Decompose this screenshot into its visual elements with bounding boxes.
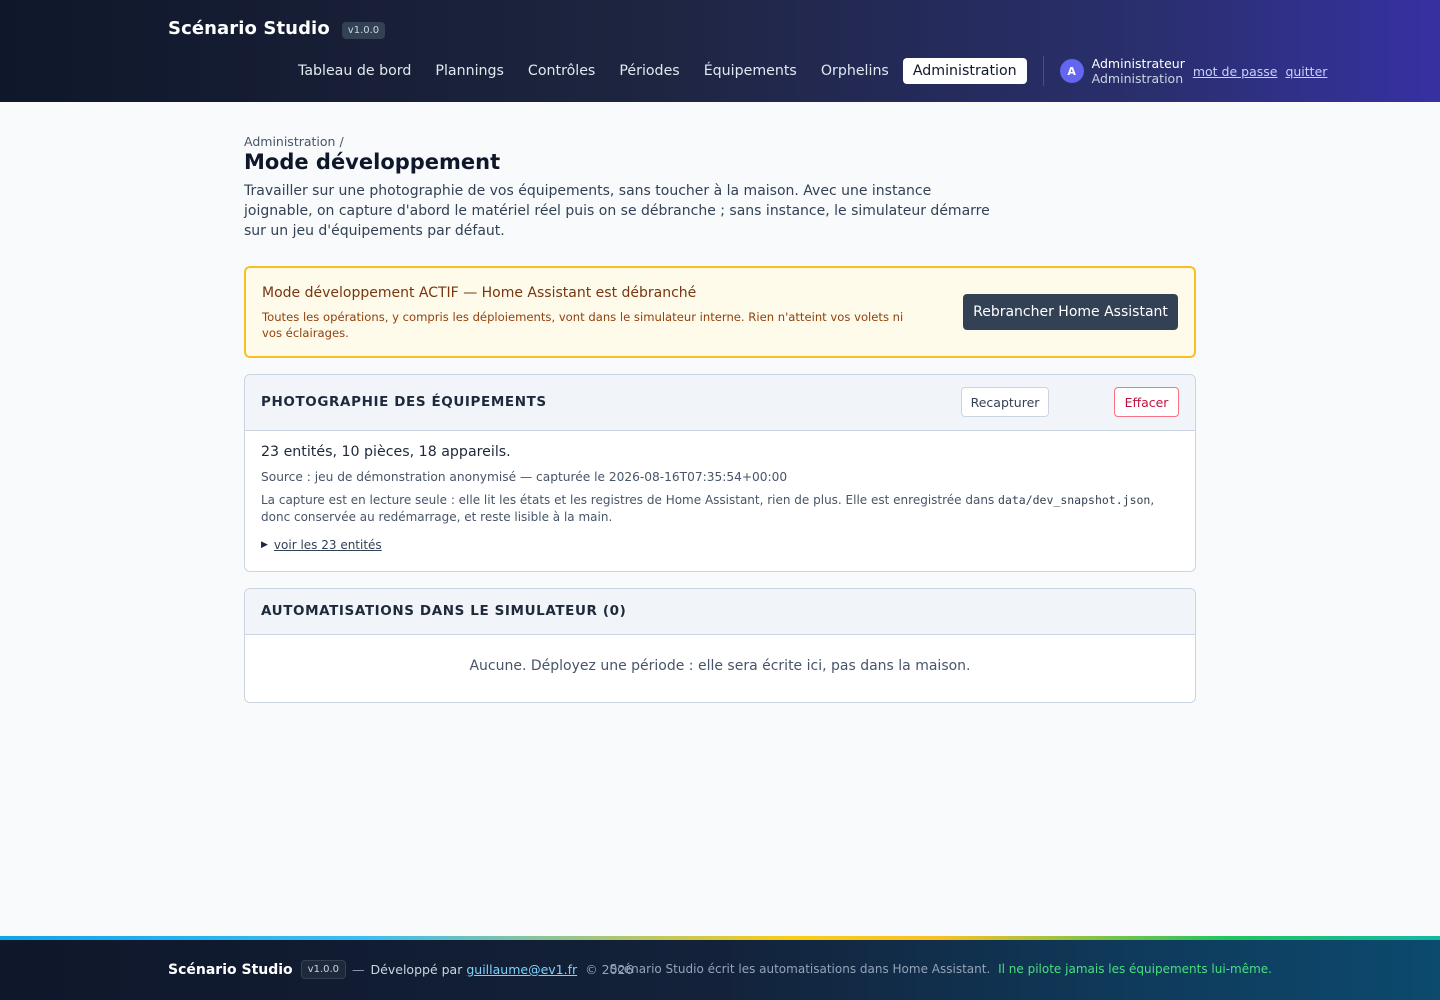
nav-item-orphans[interactable]: Orphelins — [809, 58, 901, 84]
automations-card: AUTOMATISATIONS DANS LE SIMULATEUR (0) A… — [244, 588, 1196, 703]
reconnect-home-assistant-button[interactable]: Rebrancher Home Assistant — [963, 294, 1178, 330]
automations-empty-message: Aucune. Déployez une période : elle sera… — [469, 658, 971, 674]
disclosure-triangle-icon: ▶ — [261, 540, 268, 550]
automations-card-header: AUTOMATISATIONS DANS LE SIMULATEUR (0) — [245, 589, 1195, 635]
footer-brand: Scénario Studio — [168, 961, 293, 978]
password-link[interactable]: mot de passe — [1193, 64, 1278, 79]
snapshot-card: PHOTOGRAPHIE DES ÉQUIPEMENTS Recapturer … — [244, 374, 1196, 572]
version-badge: v1.0.0 — [341, 21, 386, 39]
nav-item-equipment[interactable]: Équipements — [692, 58, 809, 84]
snapshot-card-header: PHOTOGRAPHIE DES ÉQUIPEMENTS Recapturer … — [245, 375, 1195, 431]
snapshot-source: Source : jeu de démonstration anonymisé … — [261, 470, 788, 484]
capture-note-text: La capture est en lecture seule : elle l… — [261, 493, 999, 507]
brand[interactable]: Scénario Studio v1.0.0 — [168, 18, 386, 39]
nav-item-controls[interactable]: Contrôles — [516, 58, 607, 84]
footer-disclaimer: Scénario Studio écrit les automatisation… — [610, 962, 1272, 976]
footer-separator: — — [352, 962, 365, 977]
page-intro: Travailler sur une photographie de vos é… — [244, 183, 990, 239]
entities-disclosure[interactable]: ▶ voir les 23 entités — [261, 538, 382, 552]
automations-card-title: AUTOMATISATIONS DANS LE SIMULATEUR (0) — [261, 603, 627, 619]
nav-divider — [1042, 56, 1044, 86]
app-name: Scénario Studio — [168, 18, 330, 39]
snapshot-file-path: data/dev_snapshot.json — [998, 493, 1151, 507]
user-info: Administrateur Administration — [1092, 56, 1185, 86]
capture-note: La capture est en lecture seule : elle l… — [261, 492, 1161, 526]
avatar: A — [1059, 59, 1084, 83]
logout-link[interactable]: quitter — [1285, 64, 1327, 79]
page-title: Mode développement — [244, 150, 501, 174]
dev-mode-alert: Mode développement ACTIF — Home Assistan… — [244, 266, 1196, 358]
footer-email-link[interactable]: guillaume@ev1.fr — [466, 962, 577, 977]
footer: Scénario Studio v1.0.0 — Développé par g… — [0, 940, 1440, 1000]
user-name: Administrateur — [1091, 56, 1185, 71]
nav-item-administration[interactable]: Administration — [902, 58, 1027, 84]
top-header: Scénario Studio v1.0.0 Tableau de bord P… — [0, 0, 1440, 102]
breadcrumb[interactable]: Administration / — [244, 134, 344, 149]
recapture-button[interactable]: Recapturer — [961, 387, 1049, 417]
footer-highlight: Il ne pilote jamais les équipements lui-… — [998, 962, 1272, 976]
nav-item-periods[interactable]: Périodes — [607, 58, 691, 84]
nav-item-plannings[interactable]: Plannings — [423, 58, 516, 84]
nav-item-dashboard[interactable]: Tableau de bord — [286, 58, 423, 84]
snapshot-card-title: PHOTOGRAPHIE DES ÉQUIPEMENTS — [261, 394, 547, 410]
user-role: Administration — [1091, 71, 1184, 86]
snapshot-summary: 23 entités, 10 pièces, 18 appareils. — [261, 444, 511, 460]
footer-developed-by: Développé par — [370, 962, 463, 977]
footer-credits: Scénario Studio v1.0.0 — Développé par g… — [168, 960, 633, 979]
clear-button[interactable]: Effacer — [1114, 387, 1179, 417]
footer-version-badge: v1.0.0 — [300, 960, 347, 979]
alert-title: Mode développement ACTIF — Home Assistan… — [262, 285, 697, 301]
main-nav: Tableau de bord Plannings Contrôles Péri… — [286, 56, 1327, 86]
footer-note: Scénario Studio écrit les automatisation… — [609, 962, 991, 976]
view-entities-link[interactable]: voir les 23 entités — [274, 538, 382, 552]
alert-text: Toutes les opérations, y compris les dép… — [262, 310, 904, 340]
